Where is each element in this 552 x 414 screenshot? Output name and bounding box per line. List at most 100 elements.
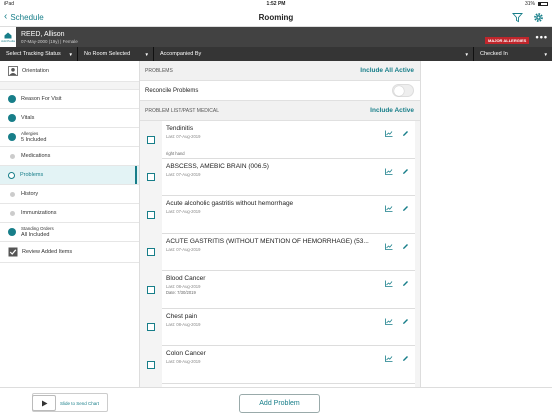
problem-checkbox[interactable] <box>147 210 155 219</box>
pending-status-icon <box>9 191 15 197</box>
trend-chart-icon[interactable] <box>385 237 393 255</box>
sidebar-item-sublabel: All Included <box>21 232 50 238</box>
problem-checkbox[interactable] <box>147 173 155 182</box>
trend-chart-icon[interactable] <box>385 199 393 217</box>
pencil-icon[interactable] <box>402 312 409 330</box>
room-dropdown[interactable]: No Room Selected ▼ <box>78 47 154 61</box>
room-label: No Room Selected <box>84 51 131 57</box>
pending-status-icon <box>9 210 15 216</box>
include-all-active-button[interactable]: Include All Active <box>360 67 414 74</box>
problem-row[interactable]: Tendinitis Last: 07-Aug-2019 right hand <box>140 121 420 159</box>
sidebar-item-standing-orders[interactable]: Standing Orders All Included <box>0 223 139 242</box>
slide-handle[interactable] <box>32 395 56 411</box>
allergy-badge[interactable]: MAJOR ALLERGIES <box>485 37 530 44</box>
problem-row[interactable]: Blood Cancer Last: 08-Aug-2019 Date: 7/30/… <box>140 271 420 309</box>
trend-chart-icon[interactable] <box>385 274 393 292</box>
current-status-icon <box>8 171 15 179</box>
home-label: Add Pedia <box>1 38 15 43</box>
checked-in-label: Checked In <box>480 51 508 57</box>
pencil-icon[interactable] <box>402 162 409 180</box>
tracking-status-dropdown[interactable]: Select Tracking Status ▼ <box>0 47 78 61</box>
problem-title: Chest pain <box>166 312 198 320</box>
caret-down-icon: ▼ <box>464 51 469 57</box>
add-problem-button[interactable]: Add Problem <box>239 394 320 413</box>
problem-list-header: PROBLEM LIST/PAST MEDICAL Include Active <box>140 101 420 121</box>
sidebar-item-immunizations[interactable]: Immunizations <box>0 204 139 223</box>
sidebar-item-reason-for-visit[interactable]: Reason For Visit <box>0 90 139 109</box>
problem-note: right hand <box>166 151 185 156</box>
battery-icon <box>538 2 548 6</box>
sidebar-item-label: Orientation <box>22 68 49 74</box>
completed-status-icon <box>8 133 16 141</box>
trend-chart-icon[interactable] <box>385 312 393 330</box>
caret-down-icon: ▼ <box>68 51 73 57</box>
pending-status-icon <box>9 153 15 159</box>
problem-title: Acute alcoholic gastritis without hemorr… <box>166 200 294 207</box>
sidebar-item-vitals[interactable]: Vitals <box>0 109 139 128</box>
sidebar-item-label: History <box>21 191 39 197</box>
patient-banner: Add Pedia REED, Allison 07-May-2000 (19y… <box>0 27 552 47</box>
problem-card[interactable]: Chest pain Last: 08-Aug-2019 <box>162 308 415 346</box>
sidebar-item-allergies[interactable]: Allergies 5 Included <box>0 128 139 147</box>
problem-row[interactable]: Acute alcoholic gastritis without hemorr… <box>140 196 420 234</box>
home-button[interactable]: Add Pedia <box>0 27 16 47</box>
sidebar-item-problems[interactable]: Problems <box>0 166 139 185</box>
filter-icon[interactable] <box>512 12 523 23</box>
include-active-button[interactable]: Include Active <box>370 107 414 114</box>
problem-card[interactable]: Colon Cancer Last: 08-Aug-2019 <box>162 346 415 384</box>
gear-icon[interactable] <box>533 12 544 23</box>
sidebar-item-label: Allergies <box>21 131 39 136</box>
pencil-icon[interactable] <box>402 274 409 292</box>
problem-checkbox[interactable] <box>147 248 155 257</box>
problem-title: Colon Cancer <box>166 350 206 357</box>
nav-bar: ‹ Schedule Rooming <box>0 8 552 27</box>
sidebar-item-medications[interactable]: Medications <box>0 147 139 166</box>
problem-last-date: Last: 08-Aug-2019 <box>166 359 201 364</box>
problem-row[interactable]: Colon Cancer Last: 08-Aug-2019 <box>140 346 420 384</box>
accompanied-dropdown[interactable]: Accompanied By ▼ <box>154 47 474 61</box>
problem-card[interactable]: Tendinitis Last: 07-Aug-2019 right hand <box>162 121 415 159</box>
problem-last-date: Last: 07-Aug-2019 <box>166 171 201 177</box>
checklist-icon <box>8 247 18 257</box>
patient-demographics: 07-May-2000 (19y) | Female <box>21 38 78 44</box>
completed-status-icon <box>8 228 16 236</box>
bottom-bar: Slide to Send Chart Add Problem <box>0 387 552 414</box>
pencil-icon[interactable] <box>402 237 409 255</box>
tracking-status-label: Select Tracking Status <box>6 51 61 57</box>
trend-chart-icon[interactable] <box>385 124 393 142</box>
reconcile-toggle[interactable] <box>392 84 414 97</box>
problem-card[interactable]: ABSCESS, AMEBIC BRAIN (006.5) Last: 07-Au… <box>162 158 415 196</box>
back-button[interactable]: ‹ Schedule <box>0 12 44 22</box>
problem-card[interactable]: Acute alcoholic gastritis without hemorr… <box>162 196 415 234</box>
slide-to-send-control[interactable]: Slide to Send Chart <box>32 395 99 411</box>
problem-card[interactable]: ACUTE GASTRITIS (WITHOUT MENTION OF HEMO… <box>162 233 415 271</box>
caret-down-icon: ▼ <box>144 51 149 57</box>
pencil-icon[interactable] <box>402 349 409 367</box>
problem-row[interactable]: ACUTE GASTRITIS (WITHOUT MENTION OF HEMO… <box>140 233 420 271</box>
page-title: Rooming <box>258 12 294 22</box>
more-options-icon[interactable]: ••• <box>536 32 548 42</box>
trend-chart-icon[interactable] <box>385 162 393 180</box>
sidebar-item-orientation[interactable]: Orientation <box>0 61 139 82</box>
problem-row[interactable]: ABSCESS, AMEBIC BRAIN (006.5) Last: 07-Au… <box>140 158 420 196</box>
checked-in-dropdown[interactable]: Checked In ▼ <box>474 47 552 61</box>
filter-bar: Select Tracking Status ▼ No Room Selecte… <box>0 47 552 61</box>
sidebar-item-label: Problems <box>20 172 44 178</box>
problem-checkbox[interactable] <box>147 285 155 294</box>
play-icon <box>41 400 47 406</box>
problem-checkbox[interactable] <box>147 323 155 332</box>
trend-chart-icon[interactable] <box>385 349 393 367</box>
pencil-icon[interactable] <box>402 124 409 142</box>
sidebar-item-review-added-items[interactable]: Review Added Items <box>0 242 139 263</box>
problem-card[interactable]: Blood Cancer Last: 08-Aug-2019 Date: 7/30/… <box>162 271 415 309</box>
problem-checkbox[interactable] <box>147 135 155 144</box>
problem-row[interactable]: Chest pain Last: 08-Aug-2019 <box>140 308 420 346</box>
status-bar: iPad 1:52 PM 31% <box>0 0 552 8</box>
problem-checkbox[interactable] <box>147 360 155 369</box>
sidebar-item-history[interactable]: History <box>0 185 139 204</box>
sidebar-item-label: Reason For Visit <box>21 96 62 102</box>
problem-last-date: Last: 08-Aug-2019 <box>166 321 201 327</box>
problem-list: Tendinitis Last: 07-Aug-2019 right hand ABS… <box>140 121 420 387</box>
pencil-icon[interactable] <box>402 199 409 217</box>
sidebar-item-label: Vitals <box>21 115 35 121</box>
